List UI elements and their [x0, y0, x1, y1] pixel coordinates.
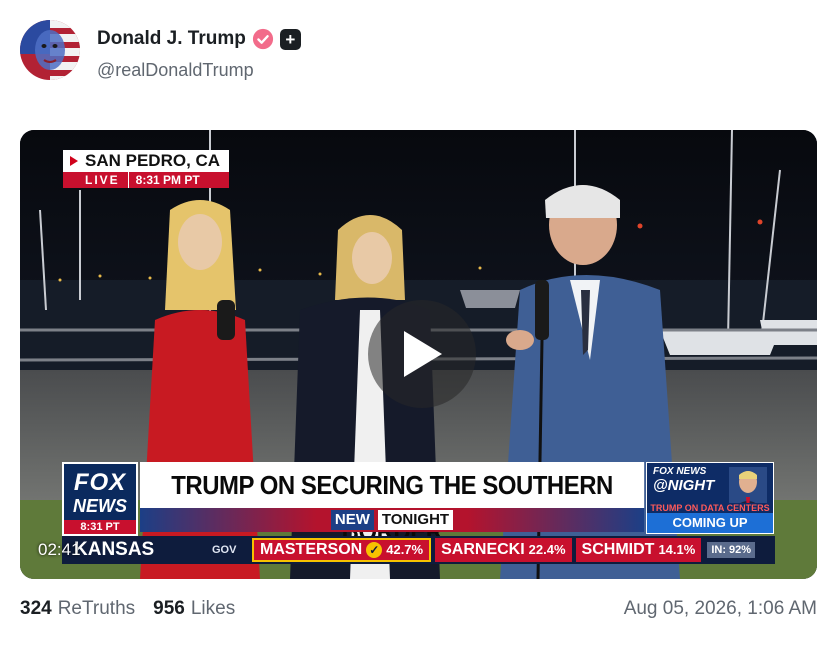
post-timestamp[interactable]: Aug 05, 2026, 1:06 AM: [624, 598, 817, 620]
likes-stat[interactable]: 956 Likes: [153, 598, 235, 620]
logo-line3: 8:31 PT: [64, 520, 136, 534]
ticker-race: GOV: [212, 544, 237, 556]
check-icon: ✓: [366, 542, 383, 558]
retruths-stat[interactable]: 324 ReTruths: [20, 598, 135, 620]
sub-new-label: NEW: [330, 510, 374, 530]
ticker-candidate: SARNECKI 22.4%: [435, 538, 572, 562]
sub-tonight-label: TONIGHT: [377, 510, 454, 530]
avatar[interactable]: [20, 20, 80, 80]
live-label: LIVE: [63, 172, 129, 188]
play-icon: [404, 331, 442, 377]
promo-box: FOX NEWS @NIGHT TRUMP ON DATA CENTERS CO…: [646, 462, 774, 534]
promo-topic: TRUMP ON DATA CENTERS: [647, 503, 773, 513]
chyron-subbar: NEW TONIGHT: [140, 508, 644, 532]
post-footer: 324 ReTruths 956 Likes Aug 05, 2026, 1:0…: [20, 596, 817, 622]
candidate-name: MASTERSON: [260, 541, 363, 558]
logo-line1: FOX: [73, 469, 127, 496]
chyron-headline: TRUMP ON SECURING THE SOUTHERN BORDER: [140, 462, 645, 546]
retruths-count: 324: [20, 598, 52, 619]
network-logo: FOX NEWS 8:31 PT: [62, 462, 138, 536]
live-time: 8:31 PM PT: [135, 173, 200, 187]
ticker-candidate: SCHMIDT 14.1%: [575, 538, 702, 562]
logo-line2: NEWS: [73, 496, 127, 516]
author-handle[interactable]: @realDonaldTrump: [97, 60, 254, 81]
play-button[interactable]: [368, 300, 476, 408]
election-ticker: 02:41 KANSAS GOV MASTERSON ✓ 42.7% SARNE…: [38, 536, 775, 564]
ticker-state: KANSAS: [74, 539, 155, 560]
elapsed-time: 02:41: [38, 540, 81, 559]
ticker-candidate: MASTERSON ✓ 42.7%: [252, 538, 432, 562]
video-player[interactable]: SAN PEDRO, CA LIVE 8:31 PM PT FOX NEWS 8…: [20, 130, 817, 579]
candidate-pct: 42.7%: [386, 542, 424, 557]
likes-count: 956: [153, 598, 185, 619]
avatar-image: [20, 20, 80, 80]
candidate-pct: 14.1%: [658, 542, 696, 557]
candidate-pct: 22.4%: [528, 542, 566, 557]
post-header: Donald J. Trump + @realDonaldTrump: [20, 20, 820, 82]
likes-label: Likes: [190, 598, 236, 619]
retruths-label: ReTruths: [57, 598, 136, 619]
live-bar: LIVE 8:31 PM PT: [63, 172, 229, 188]
candidate-name: SCHMIDT: [581, 541, 655, 558]
verified-badge-icon: [252, 28, 273, 50]
plus-square-icon[interactable]: +: [279, 28, 301, 50]
location-bug: SAN PEDRO, CA LIVE 8:31 PM PT: [63, 150, 229, 188]
reporting-pct: IN: 92%: [707, 542, 756, 558]
candidate-name: SARNECKI: [441, 541, 525, 558]
author-name[interactable]: Donald J. Trump: [97, 28, 246, 50]
location-label: SAN PEDRO, CA: [63, 150, 229, 172]
promo-status: COMING UP: [647, 513, 773, 533]
